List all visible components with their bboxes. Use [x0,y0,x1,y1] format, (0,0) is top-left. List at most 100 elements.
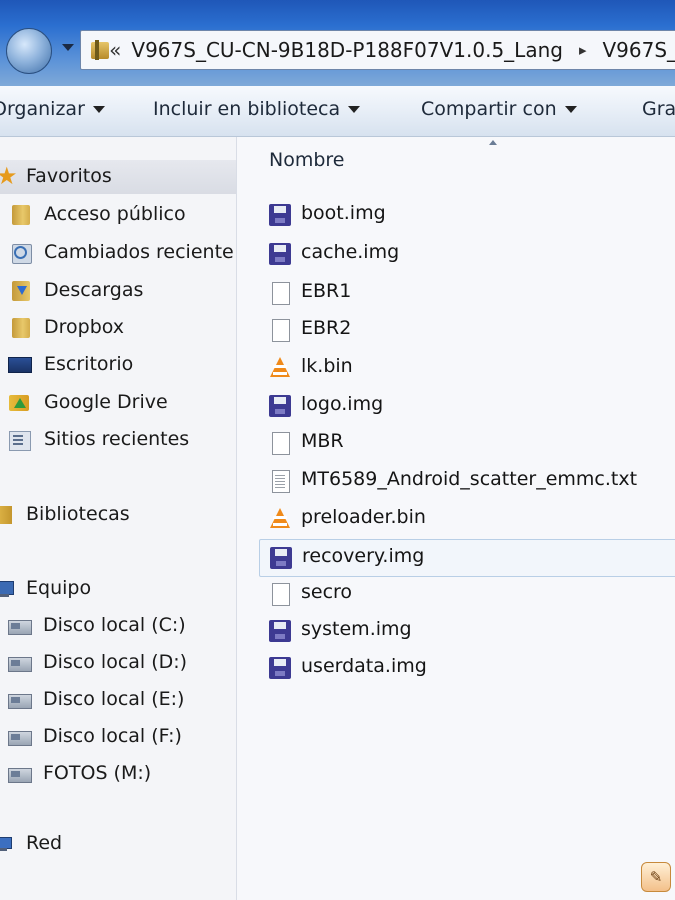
column-header-name[interactable]: Nombre [269,149,345,171]
nav-drive-label: Disco local (D:) [43,651,188,673]
nav-item-google-drive[interactable]: Google Drive [0,386,236,420]
libraries-icon [0,504,22,526]
file-name: EBR1 [301,280,352,302]
file-name: recovery.img [302,545,425,567]
file-row[interactable]: userdata.img [259,650,675,686]
nav-bibliotecas[interactable]: Bibliotecas [0,498,236,532]
file-name: EBR2 [301,317,352,339]
nav-item-label: Escritorio [44,353,134,375]
recent-places-icon [8,429,31,451]
public-folder-icon [10,204,32,226]
breadcrumb-segment[interactable]: V967S_CU-CN-9B18D-P188F07V1.0.5_Lang [131,38,563,62]
burn-button[interactable]: Gra [642,98,675,120]
breadcrumb-segment[interactable]: V967S_C [602,38,675,62]
nav-item-label: Google Drive [44,391,168,413]
nav-drive-label: FOTOS (M:) [43,762,152,784]
nav-item-cambiados-recientemente[interactable]: Cambiados reciente [0,236,236,270]
nav-item-descargas[interactable]: Descargas [0,274,236,308]
disk-image-icon [269,243,291,265]
nav-libraries-label: Bibliotecas [26,503,130,525]
organize-button[interactable]: Organizar [0,98,105,120]
file-row[interactable]: MT6589_Android_scatter_emmc.txt [259,463,675,499]
file-row-selected[interactable]: recovery.img [259,539,675,577]
file-row[interactable]: cache.img [259,236,675,272]
nav-drive-e[interactable]: Disco local (E:) [0,683,236,717]
nav-drive-label: Disco local (E:) [43,688,185,710]
nav-favorites-label: Favoritos [26,165,112,187]
file-row[interactable]: EBR2 [259,312,675,348]
burn-label: Gra [642,98,675,120]
file-row[interactable]: EBR1 [259,275,675,311]
command-toolbar: Organizar Incluir en biblioteca Comparti… [0,86,675,137]
sort-ascending-icon [489,140,497,145]
hard-drive-icon [8,652,32,674]
text-file-icon [269,470,291,493]
nav-item-label: Dropbox [44,316,125,338]
desktop-icon [8,354,32,376]
corner-app-icon: ✎ [641,862,671,892]
nav-item-sitios-recientes[interactable]: Sitios recientes [0,423,236,457]
file-row[interactable]: system.img [259,613,675,649]
breadcrumb-overflow[interactable]: « [109,38,121,62]
disk-image-icon [269,620,291,642]
file-row[interactable]: boot.img [259,197,675,233]
nav-computer-label: Equipo [26,577,92,599]
history-dropdown-icon[interactable] [62,44,74,51]
share-with-label: Compartir con [421,98,557,120]
nav-item-label: Sitios recientes [44,428,190,450]
file-row[interactable]: secro [259,576,675,612]
nav-drive-label: Disco local (C:) [43,614,186,636]
folder-icon [89,40,110,60]
nav-equipo[interactable]: Equipo [0,572,236,606]
file-row[interactable]: logo.img [259,388,675,424]
blank-file-icon [269,282,291,305]
hard-drive-icon [8,763,32,785]
nav-drive-c[interactable]: Disco local (C:) [0,609,236,643]
file-name: system.img [301,618,412,640]
vlc-cone-icon [269,357,291,379]
nav-drive-m[interactable]: FOTOS (M:) [0,757,236,791]
navigation-pane: Favoritos Acceso público Cambiados recie… [0,137,237,900]
nav-item-dropbox[interactable]: Dropbox [0,311,236,345]
star-icon [0,162,18,190]
recent-changes-icon [10,242,32,264]
file-row[interactable]: lk.bin [259,350,675,386]
nav-favorites[interactable]: Favoritos [0,160,236,194]
chevron-down-icon [564,106,577,113]
nav-item-acceso-publico[interactable]: Acceso público [0,198,236,232]
file-name: cache.img [301,241,400,263]
file-row[interactable]: MBR [259,425,675,461]
include-in-library-button[interactable]: Incluir en biblioteca [153,98,361,120]
file-name: MBR [301,430,344,452]
share-with-button[interactable]: Compartir con [421,98,577,120]
file-name: preloader.bin [301,506,426,528]
nav-drive-label: Disco local (F:) [43,725,182,747]
nav-item-label: Acceso público [44,203,186,225]
blank-file-icon [269,319,291,342]
nav-item-label: Descargas [44,279,144,301]
nav-item-label: Cambiados reciente [44,241,234,263]
disk-image-icon [269,657,291,679]
nav-red[interactable]: Red [0,827,236,861]
file-name: userdata.img [301,655,427,677]
file-row[interactable]: preloader.bin [259,501,675,537]
file-list-pane: Nombre boot.img cache.img EBR1 EBR2 lk.b… [237,137,675,900]
disk-image-icon [270,547,292,569]
nav-item-escritorio[interactable]: Escritorio [0,348,236,382]
hard-drive-icon [8,726,32,748]
back-button[interactable] [6,28,52,74]
file-name: secro [301,581,353,603]
disk-image-icon [269,204,291,226]
hard-drive-icon [8,615,32,637]
file-name: logo.img [301,393,384,415]
breadcrumb-chevron-icon[interactable]: ▸ [579,41,587,59]
chevron-down-icon [348,106,361,113]
organize-label: Organizar [0,98,85,120]
address-bar[interactable]: « V967S_CU-CN-9B18D-P188F07V1.0.5_Lang ▸… [80,30,675,70]
file-name: boot.img [301,202,386,224]
nav-drive-d[interactable]: Disco local (D:) [0,646,236,680]
hard-drive-icon [8,689,32,711]
nav-drive-f[interactable]: Disco local (F:) [0,720,236,754]
google-drive-icon [8,392,30,414]
include-library-label: Incluir en biblioteca [153,98,341,120]
